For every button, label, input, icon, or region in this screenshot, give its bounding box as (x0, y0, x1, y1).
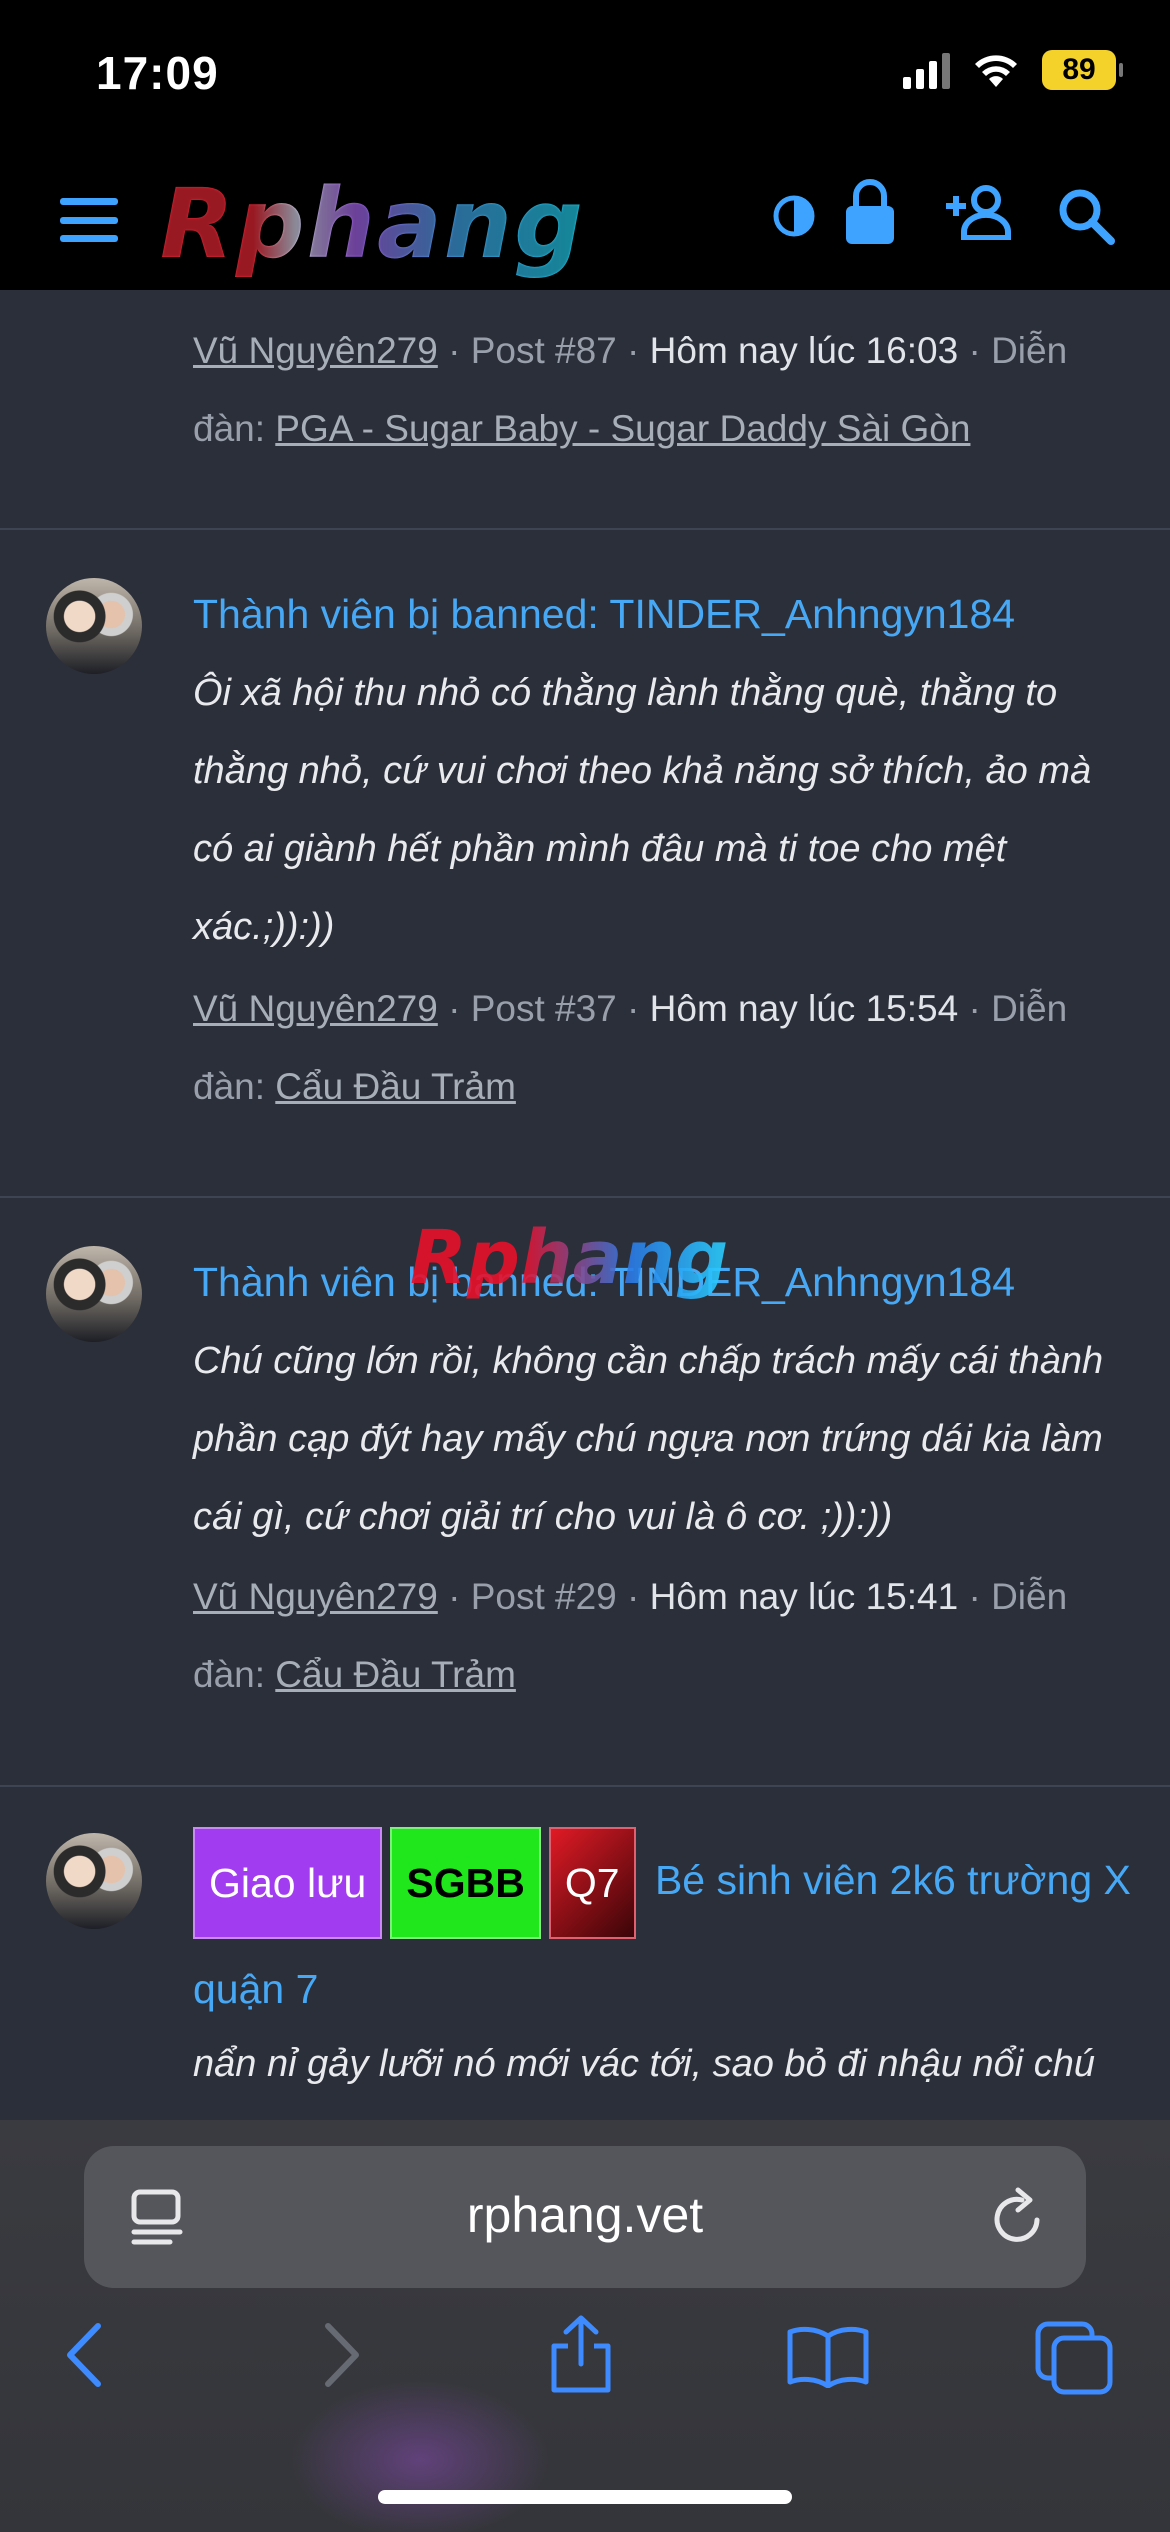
site-logo[interactable]: Rphang (160, 168, 585, 280)
result-title[interactable]: Thành viên bị banned: TINDER_Anhngyn184 (193, 586, 1015, 642)
result-title[interactable]: Giao lưu SGBB Q7 Bé sinh viên 2k6 trường X… (193, 1827, 1133, 2039)
url-text[interactable]: rphang.vet (84, 2186, 1086, 2244)
site-header: Rphang (0, 150, 1170, 290)
result-meta: Vũ Nguyên279 · Post #29 · Hôm nay lúc 15… (193, 1576, 1068, 1695)
home-indicator[interactable] (378, 2490, 792, 2504)
author-link[interactable]: Vũ Nguyên279 (193, 1576, 438, 1617)
search-result: Thành viên bị banned: TINDER_Anhngyn184 … (0, 528, 1170, 1198)
tabs-icon[interactable] (1034, 2320, 1114, 2396)
result-excerpt: Ôi xã hội thu nhỏ có thằng lành thằng qu… (193, 672, 1092, 948)
search-result: Giao lưu SGBB Q7 Bé sinh viên 2k6 trường X… (0, 1785, 1170, 2120)
post-number: Post #87 (470, 330, 617, 371)
cellular-signal-icon (903, 51, 950, 89)
result-meta: Vũ Nguyên279 · Post #37 · Hôm nay lúc 15… (193, 988, 1068, 1107)
status-icons: 89 (903, 50, 1123, 90)
result-excerpt: Chú cũng lớn rồi, không cần chấp trách m… (193, 1340, 1104, 1538)
author-link[interactable]: Vũ Nguyên279 (193, 330, 438, 371)
result-excerpt: nẩn nỉ gảy lưỡi nó mới vác tới, sao bỏ đ… (193, 2043, 1096, 2085)
bookmarks-icon[interactable] (786, 2324, 870, 2388)
back-icon[interactable] (60, 2320, 110, 2390)
lock-icon[interactable] (842, 178, 898, 246)
register-user-icon[interactable] (940, 184, 1012, 240)
reload-icon[interactable] (988, 2186, 1046, 2248)
browser-toolbar: rphang.vet (0, 2120, 1170, 2532)
avatar[interactable] (46, 1833, 142, 1929)
forum-link[interactable]: Cẩu Đầu Trảm (275, 1654, 516, 1695)
status-bar: 17:09 89 (0, 0, 1170, 150)
post-time: Hôm nay lúc 16:03 (649, 330, 959, 371)
address-bar[interactable]: rphang.vet (84, 2146, 1086, 2288)
result-meta: Vũ Nguyên279 · Post #87 · Hôm nay lúc 16… (193, 330, 1068, 449)
watermark-logo: Rphang (410, 1215, 729, 1301)
avatar[interactable] (46, 578, 142, 674)
tag-giao-luu[interactable]: Giao lưu (193, 1827, 383, 1939)
tag-q7[interactable]: Q7 (548, 1827, 636, 1939)
search-icon[interactable] (1056, 186, 1116, 246)
post-number: Post #37 (470, 988, 617, 1029)
status-time: 17:09 (96, 47, 219, 99)
post-number: Post #29 (470, 1576, 617, 1617)
tag-sgbb[interactable]: SGBB (390, 1827, 541, 1939)
menu-icon[interactable] (60, 198, 118, 242)
wifi-icon (975, 55, 1017, 87)
background-glow (290, 2380, 550, 2532)
share-icon[interactable] (546, 2314, 616, 2394)
forum-link[interactable]: Cẩu Đầu Trảm (275, 1066, 516, 1107)
forum-link[interactable]: PGA - Sugar Baby - Sugar Daddy Sài Gòn (275, 408, 970, 449)
theme-toggle-icon[interactable] (770, 192, 818, 240)
author-link[interactable]: Vũ Nguyên279 (193, 988, 438, 1029)
post-time: Hôm nay lúc 15:54 (649, 988, 959, 1029)
avatar[interactable] (46, 1246, 142, 1342)
search-results: Vũ Nguyên279 · Post #87 · Hôm nay lúc 16… (0, 290, 1170, 2120)
post-time: Hôm nay lúc 15:41 (649, 1576, 959, 1617)
battery-icon: 89 (1042, 50, 1123, 90)
